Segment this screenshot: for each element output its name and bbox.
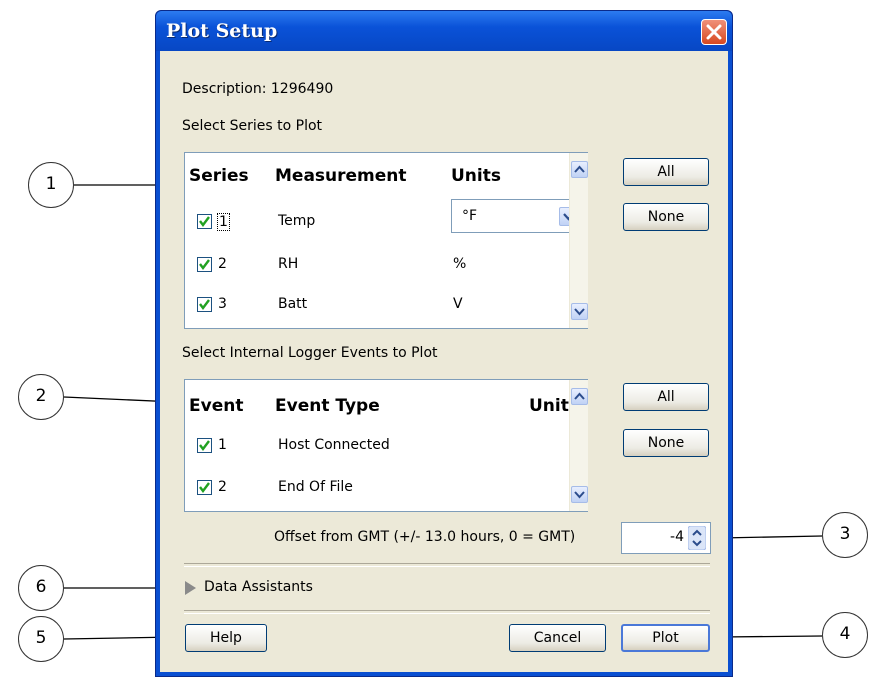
event-1-checkbox[interactable] xyxy=(197,438,212,453)
title-bar[interactable]: Plot Setup xyxy=(156,11,732,51)
events-all-button[interactable]: All xyxy=(623,383,709,411)
description-label: Description: 1296490 xyxy=(182,81,334,97)
callout-6: 6 xyxy=(18,565,64,611)
scroll-down-button[interactable] xyxy=(571,303,588,320)
events-none-button[interactable]: None xyxy=(623,429,709,457)
data-assistants-toggle[interactable]: Data Assistants xyxy=(184,577,384,599)
checkmark-icon xyxy=(199,299,210,310)
series-column-header: Series xyxy=(189,166,249,186)
event-type-column-header: Event Type xyxy=(275,396,380,416)
close-icon xyxy=(706,24,722,40)
series-1-units-value: °F xyxy=(462,208,478,224)
callout-5: 5 xyxy=(18,616,64,662)
plot-setup-dialog: Plot Setup Description: 1296490 Select S… xyxy=(155,10,733,677)
event-column-header: Event xyxy=(189,396,244,416)
checkmark-icon xyxy=(199,216,210,227)
checkmark-icon xyxy=(199,440,210,451)
data-assistants-label: Data Assistants xyxy=(204,579,313,595)
separator xyxy=(184,610,710,614)
series-scrollbar[interactable] xyxy=(569,153,588,328)
event-2-type: End Of File xyxy=(278,479,353,495)
series-1-number: 1 xyxy=(217,213,230,231)
separator xyxy=(184,563,710,567)
events-scrollbar[interactable] xyxy=(569,380,588,511)
series-1-measurement: Temp xyxy=(278,213,316,229)
series-2-number: 2 xyxy=(218,256,227,272)
callout-3: 3 xyxy=(822,512,868,558)
gmt-offset-value: -4 xyxy=(670,529,684,545)
spinner-up-down-icon xyxy=(687,525,707,551)
chevron-down-icon xyxy=(574,491,585,499)
series-1-units-select[interactable]: °F xyxy=(451,199,581,233)
series-3-checkbox[interactable] xyxy=(197,297,212,312)
series-2-measurement: RH xyxy=(278,256,299,272)
series-3-measurement: Batt xyxy=(278,296,308,312)
series-2-checkbox[interactable] xyxy=(197,257,212,272)
dialog-client-area: Description: 1296490 Select Series to Pl… xyxy=(160,51,728,672)
cancel-button[interactable]: Cancel xyxy=(509,624,606,652)
units-column-header: Units xyxy=(451,166,501,186)
series-3-number: 3 xyxy=(218,296,227,312)
scroll-up-button[interactable] xyxy=(571,161,588,178)
chevron-down-icon xyxy=(574,308,585,316)
event-2-number: 2 xyxy=(218,479,227,495)
gmt-offset-label: Offset from GMT (+/- 13.0 hours, 0 = GMT… xyxy=(274,529,576,545)
gmt-offset-spinner[interactable]: -4 xyxy=(621,522,711,554)
series-1-checkbox[interactable] xyxy=(197,214,212,229)
event-1-type: Host Connected xyxy=(278,437,390,453)
help-button[interactable]: Help xyxy=(185,624,267,652)
measurement-column-header: Measurement xyxy=(275,166,407,186)
series-all-button[interactable]: All xyxy=(623,158,709,186)
callout-1: 1 xyxy=(28,162,74,208)
dialog-title: Plot Setup xyxy=(166,20,278,42)
series-section-label: Select Series to Plot xyxy=(182,118,323,134)
series-2-units: % xyxy=(453,256,467,272)
events-section-label: Select Internal Logger Events to Plot xyxy=(182,345,438,361)
triangle-right-icon xyxy=(185,581,196,595)
chevron-up-icon xyxy=(574,165,585,173)
series-3-units: V xyxy=(453,296,463,312)
series-none-button[interactable]: None xyxy=(623,203,709,231)
callout-2: 2 xyxy=(18,374,64,420)
event-1-number: 1 xyxy=(218,437,227,453)
series-list[interactable]: Series Measurement Units 1 Temp °F 2 RH … xyxy=(184,152,588,329)
scroll-down-button[interactable] xyxy=(571,486,588,503)
chevron-up-icon xyxy=(574,392,585,400)
spinner-arrows[interactable] xyxy=(687,525,707,551)
plot-button[interactable]: Plot xyxy=(621,624,710,652)
events-list[interactable]: Event Event Type Units 1 Host Connected … xyxy=(184,379,588,512)
checkmark-icon xyxy=(199,482,210,493)
checkmark-icon xyxy=(199,259,210,270)
event-2-checkbox[interactable] xyxy=(197,480,212,495)
close-button[interactable] xyxy=(701,19,727,45)
scroll-up-button[interactable] xyxy=(571,388,588,405)
callout-4: 4 xyxy=(822,612,868,658)
